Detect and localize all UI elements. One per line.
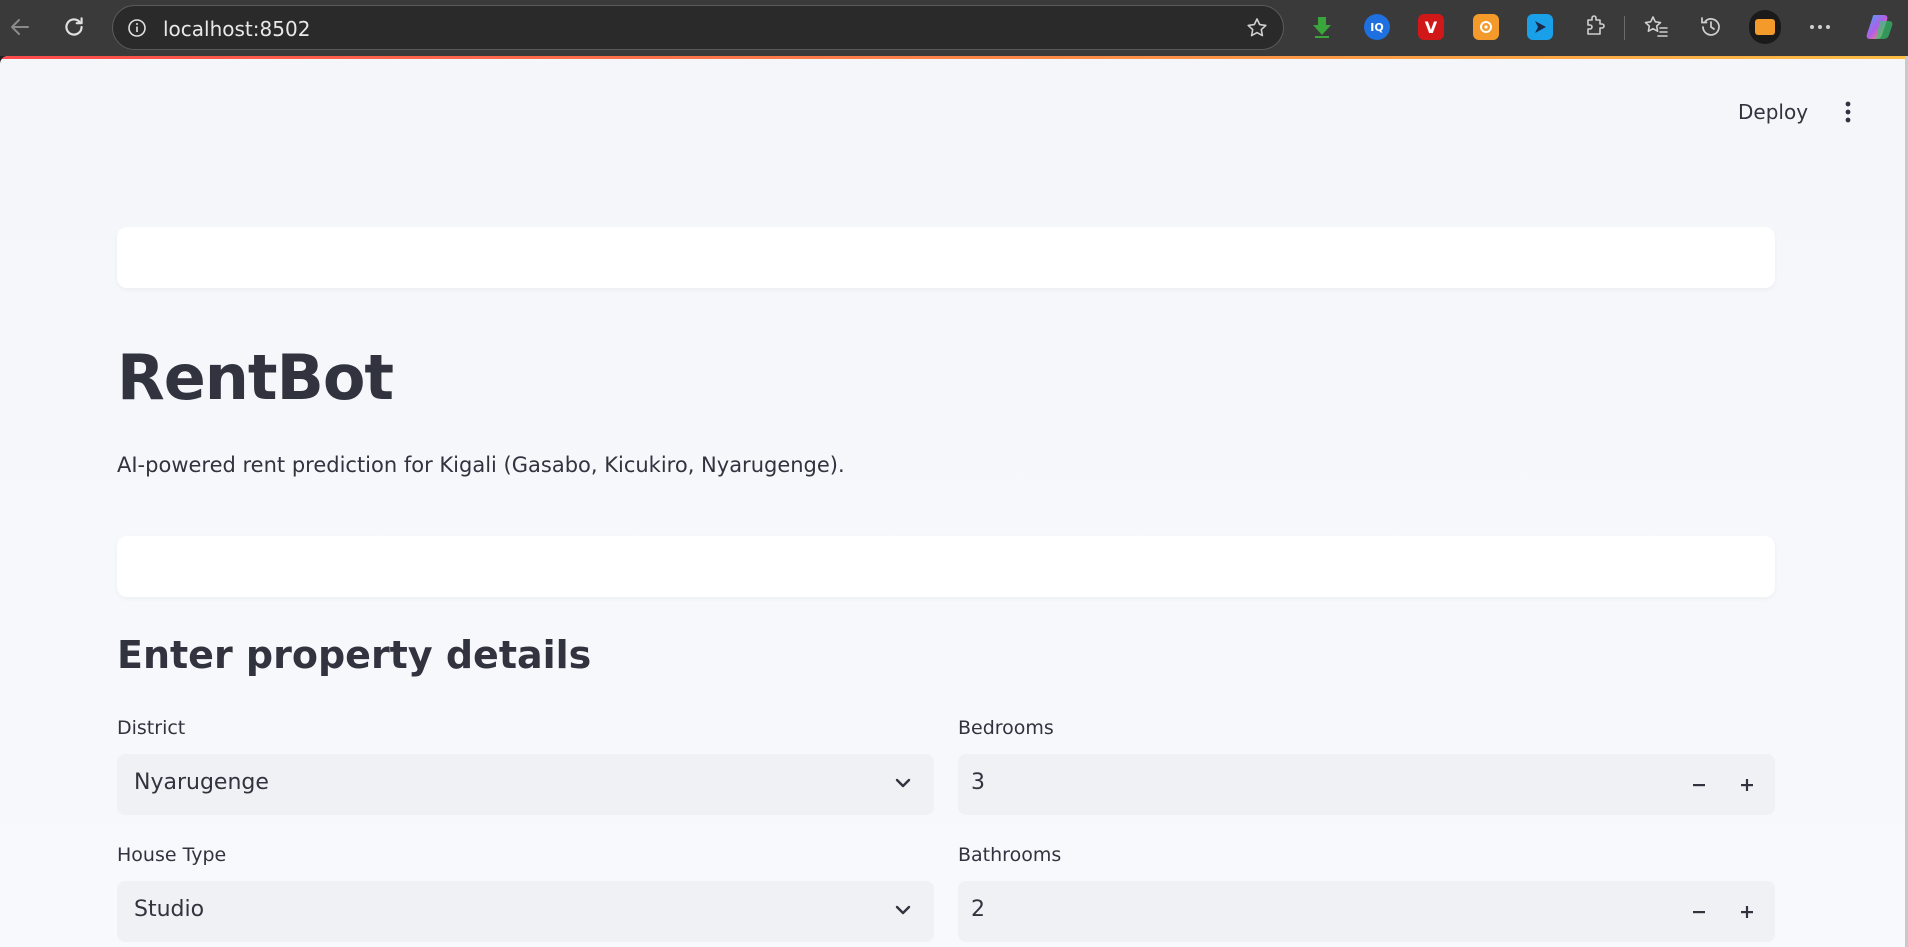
extensions-puzzle-icon[interactable] (1579, 11, 1611, 43)
iq-extension-icon[interactable]: IQ (1361, 11, 1393, 43)
favorite-star-icon[interactable] (1245, 16, 1269, 45)
history-icon[interactable] (1695, 11, 1727, 43)
favorites-icon[interactable] (1640, 11, 1672, 43)
house-type-label: House Type (117, 844, 227, 866)
chevron-down-icon (892, 899, 914, 926)
back-icon[interactable] (4, 11, 36, 43)
address-bar[interactable]: localhost:8502 (112, 5, 1284, 50)
download-extension-icon[interactable] (1306, 11, 1338, 43)
blue-arrow-extension-icon[interactable] (1524, 11, 1556, 43)
house-type-value: Studio (134, 897, 205, 922)
browser-chrome: localhost:8502 IQ V (0, 0, 1908, 56)
bathrooms-label: Bathrooms (958, 844, 1062, 866)
bedrooms-input[interactable]: 3 (958, 754, 1775, 815)
orange-extension-icon[interactable] (1470, 11, 1502, 43)
bedrooms-decrement-icon[interactable] (1681, 767, 1717, 803)
header-accent-bar (0, 56, 1905, 59)
profile-avatar-icon[interactable] (1749, 10, 1781, 44)
more-options-icon[interactable] (1804, 11, 1836, 43)
section-title: Enter property details (117, 633, 592, 677)
bathrooms-increment-icon[interactable] (1729, 894, 1765, 930)
bathrooms-input[interactable]: 2 (958, 881, 1775, 942)
empty-card-top (117, 227, 1775, 288)
main-menu-icon[interactable] (1832, 96, 1864, 128)
bedrooms-increment-icon[interactable] (1729, 767, 1765, 803)
app-subtitle: AI-powered rent prediction for Kigali (G… (117, 453, 845, 477)
url-text: localhost:8502 (163, 17, 311, 41)
empty-card-middle (117, 536, 1775, 597)
district-select[interactable]: Nyarugenge (117, 754, 934, 815)
bathrooms-decrement-icon[interactable] (1681, 894, 1717, 930)
house-type-select[interactable]: Studio (117, 881, 934, 942)
vivaldi-extension-icon[interactable]: V (1415, 11, 1447, 43)
bedrooms-label: Bedrooms (958, 717, 1054, 739)
bathrooms-value: 2 (971, 897, 985, 922)
toolbar-separator (1624, 16, 1625, 40)
district-label: District (117, 717, 186, 739)
app-title: RentBot (117, 341, 394, 414)
app-page: Deploy RentBot AI-powered rent predictio… (0, 56, 1905, 947)
reload-icon[interactable] (58, 11, 90, 43)
district-value: Nyarugenge (134, 770, 269, 795)
site-info-icon[interactable] (127, 18, 147, 43)
deploy-button[interactable]: Deploy (1728, 96, 1818, 128)
chevron-down-icon (892, 772, 914, 799)
copilot-icon[interactable] (1862, 11, 1898, 43)
bedrooms-value: 3 (971, 770, 985, 795)
